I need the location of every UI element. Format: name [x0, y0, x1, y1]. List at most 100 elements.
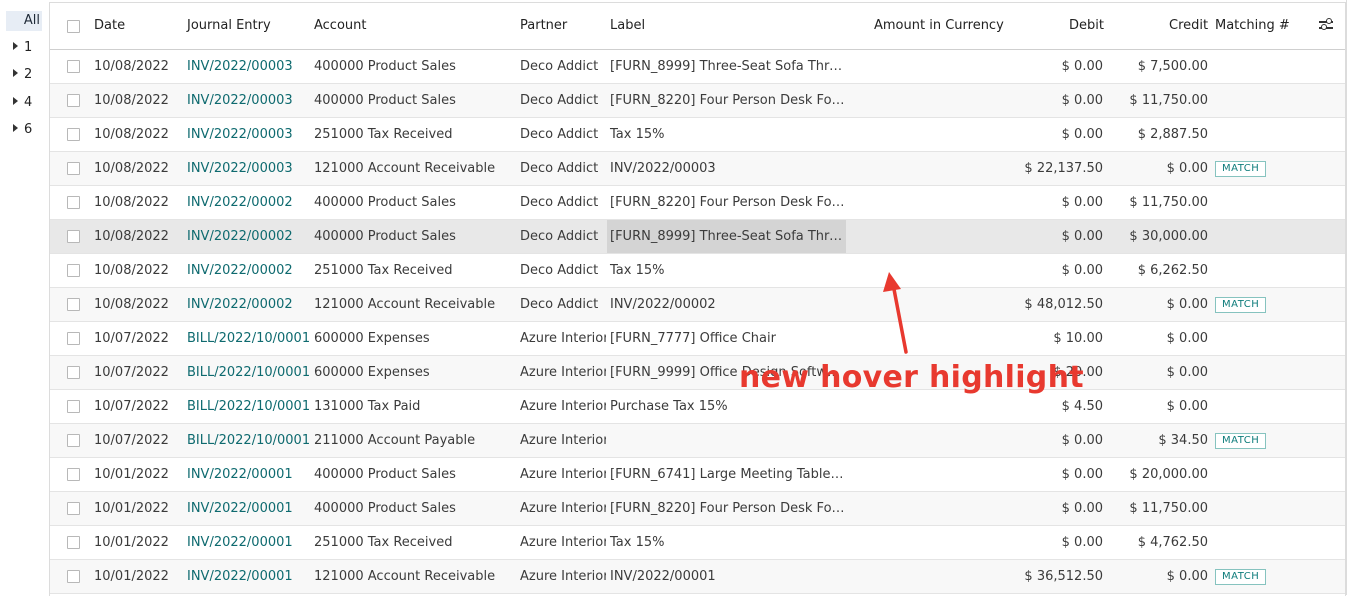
credit-cell: $ 0.00: [1166, 161, 1208, 176]
column-account[interactable]: Account: [314, 3, 367, 49]
row-checkbox[interactable]: [67, 230, 80, 243]
table-header: Date Journal Entry Account Partner Label…: [50, 3, 1345, 50]
account-cell: 400000 Product Sales: [314, 229, 456, 244]
credit-cell: $ 4,762.50: [1137, 535, 1208, 550]
journal-entry-link[interactable]: INV/2022/00003: [187, 84, 312, 117]
debit-cell: $ 0.00: [1061, 433, 1103, 448]
table-row[interactable]: 10/08/2022 INV/2022/00003 121000 Account R…: [50, 152, 1345, 186]
row-checkbox[interactable]: [67, 196, 80, 209]
journal-entry-link[interactable]: BILL/2022/10/0001: [187, 390, 312, 423]
debit-cell: $ 0.00: [1061, 501, 1103, 516]
table-row[interactable]: 10/08/2022 INV/2022/00002 400000 Product S…: [50, 220, 1345, 254]
select-all-checkbox[interactable]: [67, 20, 80, 33]
partner-cell: Deco Addict: [520, 127, 599, 142]
label-cell: [FURN_8999] Three-Seat Sofa Three seater…: [607, 220, 846, 253]
group-item-6[interactable]: 6: [13, 121, 32, 139]
label-cell: Tax 15%: [610, 127, 665, 142]
account-cell: 400000 Product Sales: [314, 501, 456, 516]
journal-entry-link[interactable]: BILL/2022/10/0001: [187, 356, 312, 389]
journal-entry-link[interactable]: INV/2022/00003: [187, 118, 312, 151]
row-checkbox[interactable]: [67, 60, 80, 73]
match-button[interactable]: MATCH: [1215, 297, 1267, 313]
annotation-label: new hover highlight: [739, 360, 1084, 395]
date-cell: 10/01/2022: [94, 501, 169, 516]
match-button[interactable]: MATCH: [1215, 161, 1267, 177]
column-journal-entry[interactable]: Journal Entry: [187, 3, 271, 49]
filter-all[interactable]: All: [6, 11, 42, 31]
journal-entry-link[interactable]: BILL/2022/10/0001: [187, 322, 312, 355]
journal-entry-link[interactable]: INV/2022/00003: [187, 50, 312, 83]
journal-entry-link[interactable]: INV/2022/00002: [187, 288, 312, 321]
row-checkbox[interactable]: [67, 332, 80, 345]
table-row[interactable]: 10/08/2022 INV/2022/00002 121000 Account R…: [50, 288, 1345, 322]
group-item-4[interactable]: 4: [13, 94, 32, 112]
table-row[interactable]: 10/08/2022 INV/2022/00003 400000 Product S…: [50, 84, 1345, 118]
column-debit[interactable]: Debit: [1069, 3, 1104, 49]
table-row[interactable]: 10/08/2022 INV/2022/00003 251000 Tax Recei…: [50, 118, 1345, 152]
table-row[interactable]: 10/07/2022 BILL/2022/10/0001 600000 Expens…: [50, 356, 1345, 390]
column-matching[interactable]: Matching #: [1215, 3, 1290, 49]
table-row[interactable]: 10/07/2022 BILL/2022/10/0001 131000 Tax Pa…: [50, 390, 1345, 424]
credit-cell: $ 30,000.00: [1129, 229, 1208, 244]
journal-entry-link[interactable]: INV/2022/00001: [187, 526, 312, 559]
row-checkbox[interactable]: [67, 94, 80, 107]
column-partner[interactable]: Partner: [520, 3, 567, 49]
debit-cell: $ 0.00: [1061, 535, 1103, 550]
table-row[interactable]: 10/08/2022 INV/2022/00003 400000 Product S…: [50, 50, 1345, 84]
partner-cell: Deco Addict: [520, 263, 599, 278]
label-cell: [FURN_8220] Four Person Desk Four person…: [610, 93, 846, 108]
partner-cell: Deco Addict: [520, 195, 599, 210]
account-cell: 251000 Tax Received: [314, 127, 453, 142]
table-row[interactable]: 10/01/2022 INV/2022/00001 400000 Product S…: [50, 458, 1345, 492]
column-amount-in-currency[interactable]: Amount in Currency: [874, 3, 1004, 49]
match-button[interactable]: MATCH: [1215, 569, 1267, 585]
journal-entry-link[interactable]: INV/2022/00002: [187, 254, 312, 287]
row-checkbox[interactable]: [67, 128, 80, 141]
journal-entry-link[interactable]: INV/2022/00002: [187, 186, 312, 219]
table-row[interactable]: 10/01/2022 INV/2022/00001 251000 Tax Recei…: [50, 526, 1345, 560]
date-cell: 10/07/2022: [94, 433, 169, 448]
row-checkbox[interactable]: [67, 570, 80, 583]
group-item-2[interactable]: 2: [13, 66, 32, 84]
journal-entry-link[interactable]: INV/2022/00003: [187, 152, 312, 185]
column-label[interactable]: Label: [610, 3, 645, 49]
column-date[interactable]: Date: [94, 3, 125, 49]
journal-entry-link[interactable]: INV/2022/00001: [187, 458, 312, 491]
row-checkbox[interactable]: [67, 400, 80, 413]
table-row[interactable]: 10/07/2022 BILL/2022/10/0001 600000 Expens…: [50, 322, 1345, 356]
table-row[interactable]: 10/08/2022 INV/2022/00002 251000 Tax Recei…: [50, 254, 1345, 288]
row-checkbox[interactable]: [67, 536, 80, 549]
row-checkbox[interactable]: [67, 298, 80, 311]
optional-columns-settings-icon[interactable]: [1319, 18, 1333, 31]
row-checkbox[interactable]: [67, 468, 80, 481]
date-cell: 10/08/2022: [94, 195, 169, 210]
row-checkbox[interactable]: [67, 162, 80, 175]
partner-cell: Azure Interior: [520, 433, 606, 448]
table-row[interactable]: 10/01/2022 INV/2022/00001 400000 Product S…: [50, 492, 1345, 526]
journal-entry-link[interactable]: INV/2022/00002: [187, 220, 312, 253]
date-cell: 10/08/2022: [94, 161, 169, 176]
date-cell: 10/08/2022: [94, 59, 169, 74]
date-cell: 10/08/2022: [94, 93, 169, 108]
account-cell: 121000 Account Receivable: [314, 161, 496, 176]
row-checkbox[interactable]: [67, 264, 80, 277]
table-row[interactable]: 10/07/2022 BILL/2022/10/0001 211000 Accoun…: [50, 424, 1345, 458]
row-checkbox[interactable]: [67, 366, 80, 379]
journal-entry-link[interactable]: INV/2022/00001: [187, 492, 312, 525]
credit-cell: $ 0.00: [1166, 569, 1208, 584]
group-item-1[interactable]: 1: [13, 39, 32, 57]
partner-cell: Deco Addict: [520, 59, 599, 74]
credit-cell: $ 2,887.50: [1137, 127, 1208, 142]
date-cell: 10/07/2022: [94, 365, 169, 380]
column-credit[interactable]: Credit: [1169, 3, 1208, 49]
date-cell: 10/08/2022: [94, 127, 169, 142]
journal-entry-link[interactable]: INV/2022/00001: [187, 560, 312, 593]
match-button[interactable]: MATCH: [1215, 433, 1267, 449]
partner-cell: Deco Addict: [520, 161, 599, 176]
table-row[interactable]: 10/01/2022 INV/2022/00001 121000 Account R…: [50, 560, 1345, 594]
journal-entry-link[interactable]: BILL/2022/10/0001: [187, 424, 312, 457]
row-checkbox[interactable]: [67, 434, 80, 447]
date-cell: 10/07/2022: [94, 399, 169, 414]
table-row[interactable]: 10/08/2022 INV/2022/00002 400000 Product S…: [50, 186, 1345, 220]
row-checkbox[interactable]: [67, 502, 80, 515]
